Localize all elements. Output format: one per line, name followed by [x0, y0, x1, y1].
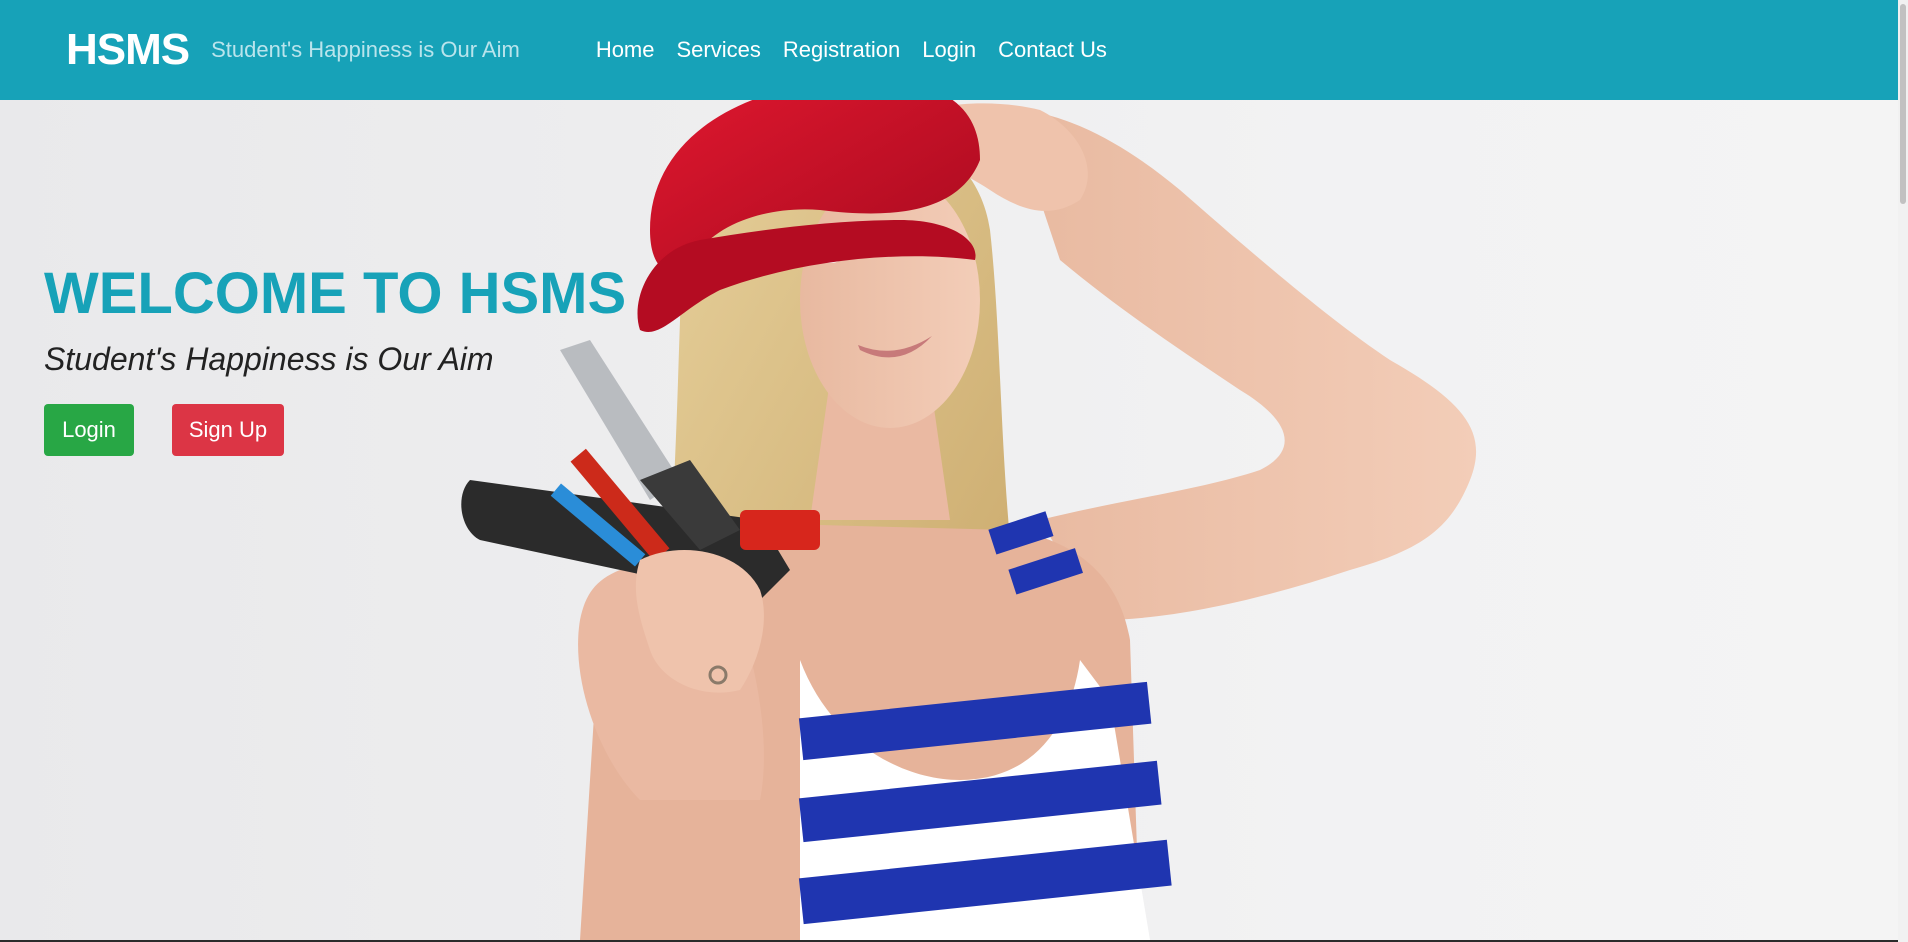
nav-link-registration[interactable]: Registration — [783, 37, 900, 63]
nav-link-services[interactable]: Services — [677, 37, 761, 63]
nav-link-contact[interactable]: Contact Us — [998, 37, 1107, 63]
brand-logo[interactable]: HSMS — [66, 25, 190, 75]
signup-button[interactable]: Sign Up — [172, 404, 284, 456]
brand-tagline: Student's Happiness is Our Aim — [211, 37, 520, 62]
hero-section: WELCOME TO HSMS Student's Happiness is O… — [0, 100, 1898, 940]
hero-photo — [461, 100, 1477, 940]
hero-buttons: Login Sign Up — [44, 404, 626, 456]
top-navbar: HSMS Student's Happiness is Our Aim Home… — [0, 0, 1898, 100]
login-button[interactable]: Login — [44, 404, 134, 456]
nav-link-home[interactable]: Home — [596, 37, 655, 63]
hero-title: WELCOME TO HSMS — [44, 261, 627, 326]
red-tool — [740, 510, 820, 550]
nav-link-login[interactable]: Login — [922, 37, 976, 63]
page: HSMS Student's Happiness is Our Aim Home… — [0, 0, 1908, 942]
vertical-scrollbar[interactable] — [1898, 0, 1908, 942]
nav-links: Home Services Registration Login Contact… — [596, 37, 1107, 63]
hero-content: WELCOME TO HSMS Student's Happiness is O… — [44, 260, 626, 456]
hero-subtitle: Student's Happiness is Our Aim — [44, 341, 494, 377]
scrollbar-thumb[interactable] — [1900, 4, 1906, 204]
